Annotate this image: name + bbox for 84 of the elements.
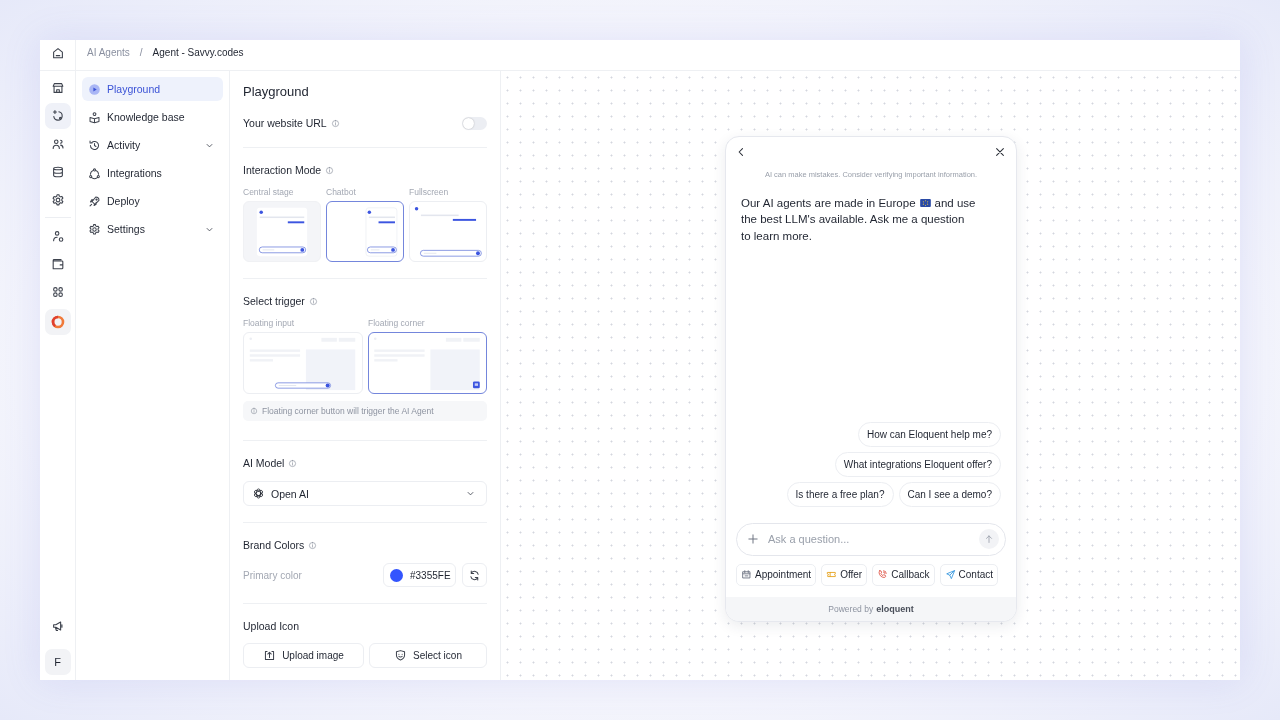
shield-smile-icon: [394, 649, 408, 662]
home-icon: [50, 45, 65, 60]
section-heading: Brand Colors: [243, 538, 305, 552]
info-icon: [308, 540, 318, 550]
section-heading: AI Model: [243, 456, 285, 470]
trigger-option-card[interactable]: [368, 332, 487, 394]
info-icon: [330, 118, 340, 128]
option-label: Floating corner: [368, 317, 426, 329]
color-field[interactable]: #3355FE: [383, 563, 456, 587]
rail-nav-button[interactable]: [44, 103, 71, 129]
arrow-up-icon: [984, 534, 994, 544]
message-text: the best LLM's available. Ask me a question to learn more.: [741, 213, 965, 242]
quick-action-button[interactable]: Appointment: [736, 563, 817, 586]
nav-item[interactable]: Playground: [82, 77, 223, 101]
suggestion-chip[interactable]: Is there a free plan?: [786, 481, 894, 507]
panel-title: Playground: [243, 84, 310, 100]
database-icon: [50, 165, 65, 179]
primary-color-label: Primary color: [243, 569, 302, 581]
upload-option-button[interactable]: Select icon: [369, 643, 487, 668]
wallet-icon: [50, 257, 65, 271]
user-badge-icon: [50, 229, 65, 243]
sparkle-icon: [50, 109, 65, 123]
info-icon: [325, 165, 335, 175]
quick-action-button[interactable]: Contact: [939, 563, 999, 586]
nav-item[interactable]: Settings: [82, 217, 223, 241]
layout-option-card[interactable]: [326, 201, 404, 262]
nav-item[interactable]: Knowledge base: [82, 105, 223, 129]
question-input[interactable]: Ask a question...: [736, 522, 1006, 556]
quick-action-button[interactable]: Offer: [821, 563, 868, 586]
suggestion-chip[interactable]: How can Eloquent help me?: [857, 421, 1001, 447]
nodes-icon: [88, 166, 101, 180]
nav-item[interactable]: Deploy: [82, 189, 223, 213]
color-swatch-icon: [390, 568, 403, 582]
ring-logo-icon[interactable]: [44, 309, 71, 335]
section-heading: Upload Icon: [243, 619, 300, 633]
paper-plane-icon: [944, 569, 956, 580]
quick-action-button[interactable]: Callback: [872, 563, 935, 586]
info-icon: [250, 407, 258, 415]
apps-grid-icon: [50, 285, 65, 299]
knot-logo-icon: [252, 487, 265, 500]
users-icon: [50, 137, 65, 151]
history-icon: [88, 138, 101, 152]
close-icon: [994, 145, 1006, 158]
option-label: Central stage: [243, 186, 295, 198]
mini-chat-window-drawing: [256, 207, 308, 257]
mini-chat-window-drawing: [365, 207, 398, 257]
user-avatar[interactable]: F: [44, 649, 71, 675]
book-user-icon: [88, 110, 101, 124]
option-label: Chatbot: [326, 186, 357, 198]
rocket-icon: [88, 194, 101, 208]
gear-icon: [88, 222, 101, 236]
section-heading: Select trigger: [243, 294, 305, 308]
powered-by-text: Powered by: [828, 603, 874, 614]
breadcrumb-link[interactable]: Agent - Savvy.codes: [152, 47, 244, 58]
refresh-icon: [468, 568, 481, 582]
option-label: Fullscreen: [409, 186, 450, 198]
info-icon: [288, 458, 298, 468]
gear-icon: [50, 193, 65, 207]
refresh-button[interactable]: [462, 563, 487, 587]
info-icon: [308, 296, 318, 306]
section-heading: Interaction Mode: [243, 163, 322, 177]
suggestion-chip[interactable]: Can I see a demo?: [898, 481, 1001, 507]
flag-icon: [919, 198, 931, 207]
message-text: Our AI agents are made in Europe: [741, 195, 916, 211]
nav-item[interactable]: Integrations: [82, 161, 223, 185]
plus-icon[interactable]: [747, 533, 759, 545]
model-dropdown[interactable]: Open AI: [243, 481, 487, 506]
brand-wordmark: eloquent: [876, 603, 914, 614]
website-url-label: Your website URL: [243, 116, 327, 130]
upload-icon: [263, 649, 277, 662]
store-icon: [50, 81, 65, 95]
website-url-toggle[interactable]: [462, 116, 487, 130]
note-text: Floating corner button will trigger the AI Agent: [262, 406, 434, 416]
option-label: Floating input: [243, 317, 296, 329]
calendar-icon: [741, 569, 752, 580]
upload-option-button[interactable]: Upload image: [243, 643, 364, 668]
ticket-icon: [826, 569, 838, 580]
play-icon: [88, 82, 101, 96]
suggestion-chip[interactable]: What integrations Eloquent offer?: [834, 451, 1001, 477]
breadcrumb-separator: /: [139, 47, 143, 58]
message-text: and use: [934, 195, 976, 211]
phone-icon: [877, 569, 889, 580]
megaphone-icon: [50, 619, 65, 633]
nav-item[interactable]: Activity: [82, 133, 223, 157]
